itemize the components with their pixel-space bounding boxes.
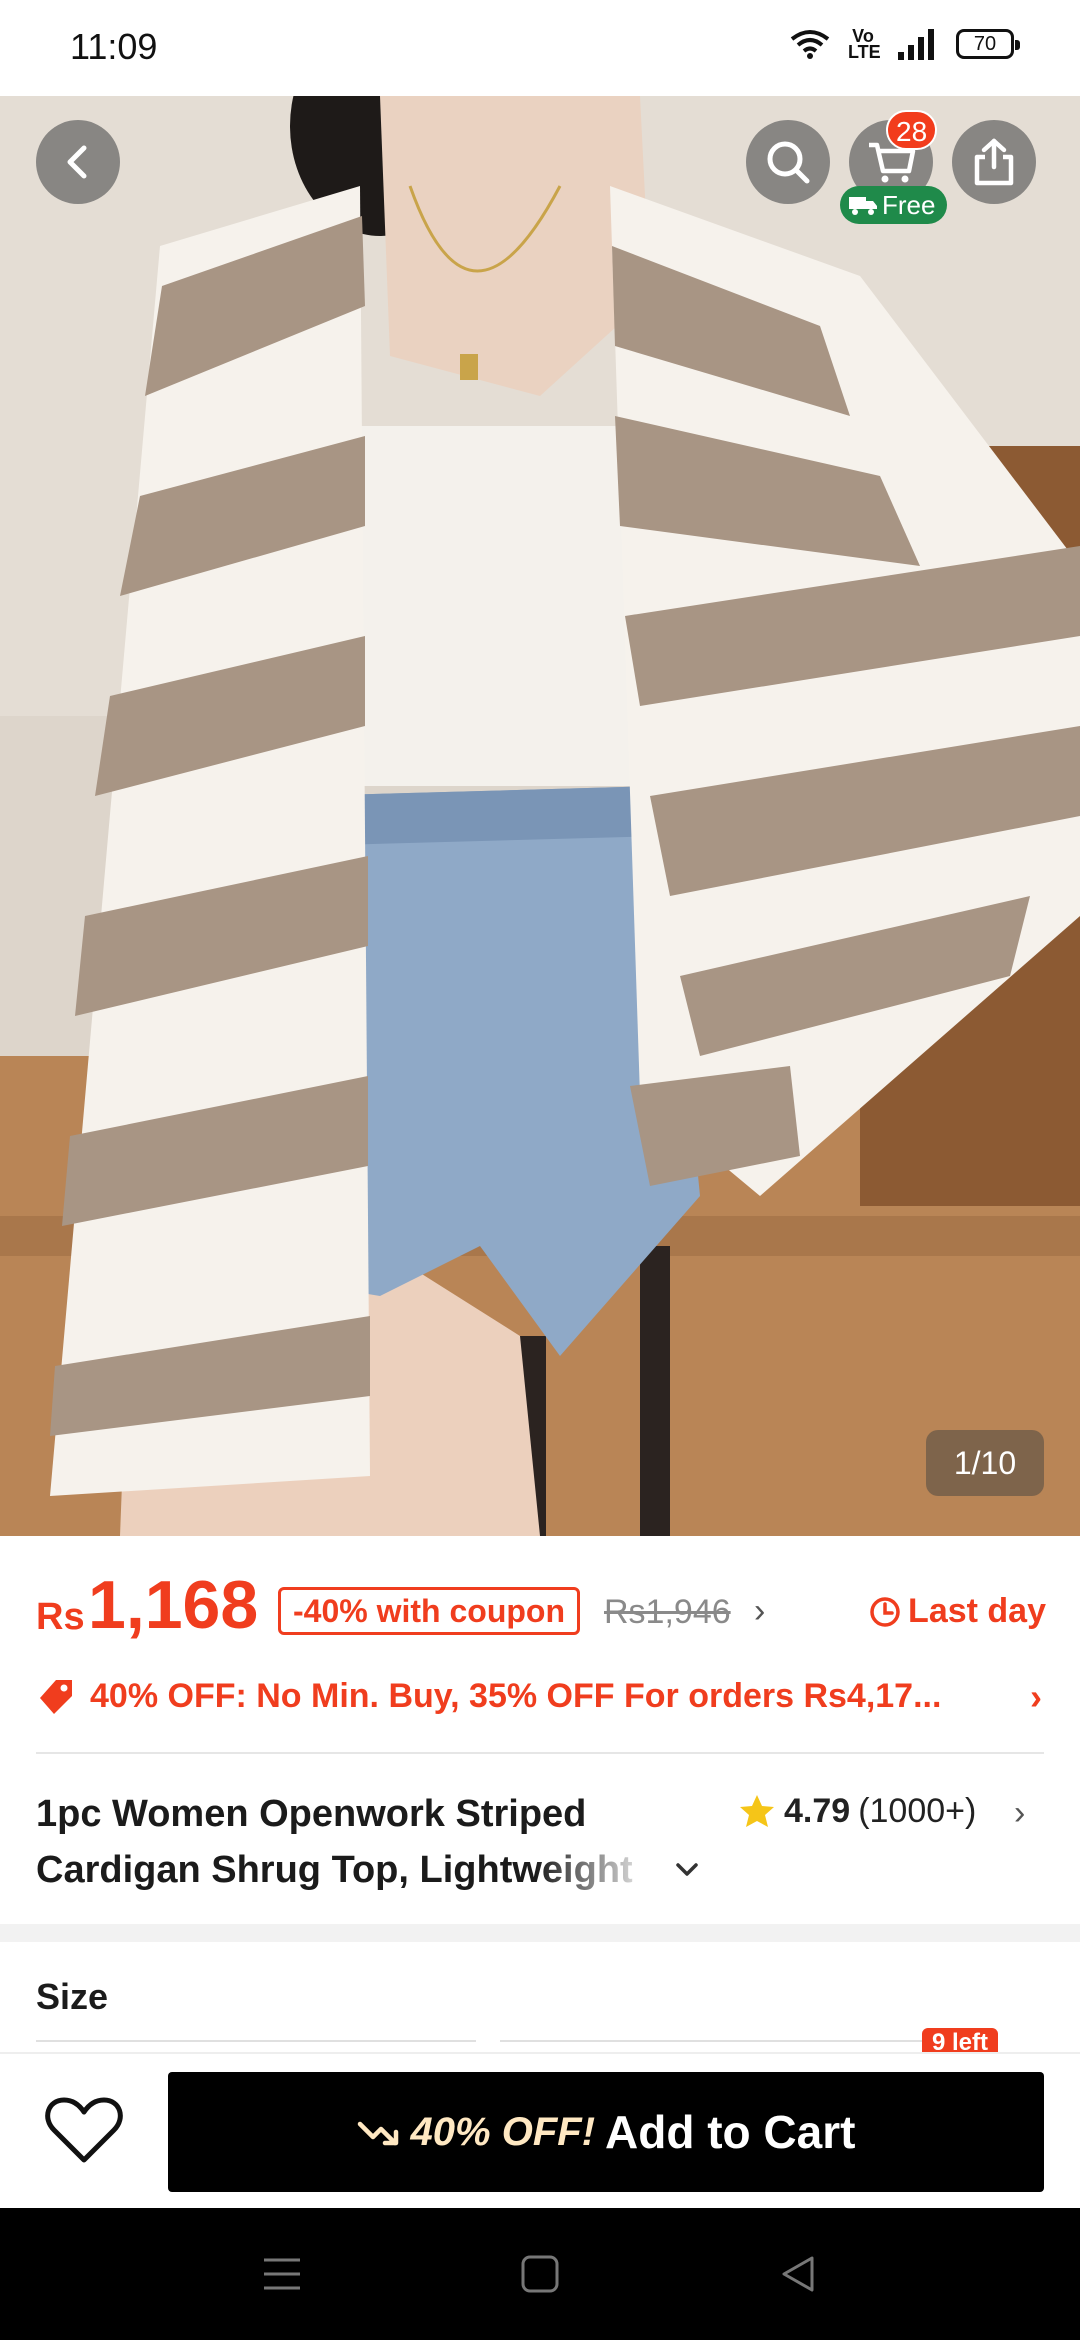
promo-text: 40% OFF: No Min. Buy, 35% OFF For orders… xyxy=(90,1676,942,1715)
search-button[interactable] xyxy=(746,120,830,204)
deadline-indicator: Last day xyxy=(868,1592,1046,1631)
cart-count-badge: 28 xyxy=(886,110,938,150)
back-triangle-icon xyxy=(782,2256,814,2292)
price-row: Rs 1,168 -40% with coupon Rs1,946 › Last… xyxy=(36,1566,1046,1656)
share-button[interactable] xyxy=(952,120,1036,204)
promo-row[interactable]: 40% OFF: No Min. Buy, 35% OFF For orders… xyxy=(36,1668,1046,1724)
size-label: Size xyxy=(36,1976,109,2017)
nav-home-button[interactable] xyxy=(510,2246,570,2302)
search-icon xyxy=(767,141,810,184)
battery-icon: 70 xyxy=(956,29,1020,59)
share-icon xyxy=(974,138,1014,186)
deadline-text: Last day xyxy=(908,1592,1046,1630)
trend-down-icon xyxy=(357,2121,398,2146)
status-time: 11:09 xyxy=(70,26,158,67)
status-icons: Vo LTE 70 xyxy=(790,26,1020,62)
home-square-icon xyxy=(521,2255,559,2293)
nav-menu-button[interactable] xyxy=(252,2246,312,2302)
review-count: (1000+) xyxy=(858,1792,977,1830)
bottom-action-bar: 40% OFF! Add to Cart xyxy=(0,2052,1080,2208)
sale-price: 1,168 xyxy=(88,1567,259,1643)
add-to-cart-button[interactable]: 40% OFF! Add to Cart xyxy=(168,2072,1044,2192)
product-title-line1: 1pc Women Openwork Striped xyxy=(36,1793,587,1835)
system-nav-bar xyxy=(0,2208,1080,2340)
divider xyxy=(36,1752,1044,1754)
price-currency: Rs xyxy=(36,1596,85,1638)
menu-icon xyxy=(264,2258,300,2290)
back-arrow-icon xyxy=(67,145,87,179)
product-title[interactable]: 1pc Women Openwork Striped Cardigan Shru… xyxy=(36,1786,736,1898)
product-photo xyxy=(0,96,1080,1536)
cart-discount-label: 40% OFF! xyxy=(410,2109,596,2154)
rating-chevron-icon[interactable]: › xyxy=(1014,1794,1025,1833)
image-counter: 1/10 xyxy=(926,1430,1044,1496)
back-button[interactable] xyxy=(36,120,120,204)
wishlist-button[interactable] xyxy=(40,2090,128,2170)
chevron-down-icon[interactable] xyxy=(672,1854,702,1888)
promo-chevron-icon[interactable]: › xyxy=(1030,1676,1042,1718)
truck-icon xyxy=(849,197,877,215)
wifi-icon xyxy=(790,30,830,59)
nav-back-button[interactable] xyxy=(768,2246,828,2302)
chevron-right-icon[interactable]: › xyxy=(754,1592,765,1631)
clock-icon xyxy=(870,1596,900,1627)
title-fade xyxy=(536,1842,656,1898)
section-gap xyxy=(0,1924,1080,1942)
rating-value: 4.79 xyxy=(784,1792,851,1830)
signal-icon xyxy=(898,29,934,60)
status-bar: 11:09 Vo LTE 70 xyxy=(0,0,1080,96)
tag-icon xyxy=(40,1680,72,1714)
rating[interactable]: 4.79 (1000+) xyxy=(738,1792,976,1831)
add-to-cart-label: Add to Cart xyxy=(605,2106,856,2158)
network-label: Vo LTE xyxy=(848,26,881,62)
star-icon xyxy=(740,1794,774,1827)
product-image-gallery[interactable]: 28 Free 1/10 xyxy=(0,96,1080,1536)
free-shipping-badge: Free xyxy=(840,186,948,224)
free-shipping-label: Free xyxy=(882,190,936,220)
heart-icon xyxy=(45,2097,123,2163)
original-price[interactable]: Rs1,946 xyxy=(604,1593,731,1632)
coupon-tag[interactable]: -40% with coupon xyxy=(278,1587,580,1635)
product-title-line2-wrap: Cardigan Shrug Top, Lightweight xyxy=(36,1842,656,1898)
